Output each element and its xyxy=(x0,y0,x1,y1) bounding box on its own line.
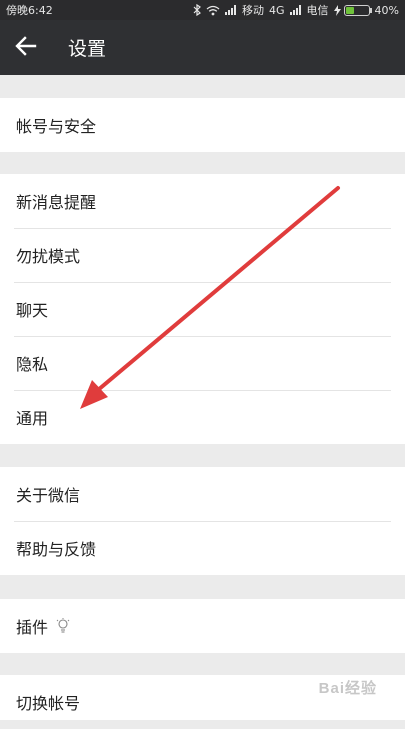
battery-percent: 40% xyxy=(374,3,399,17)
charging-icon xyxy=(333,4,341,16)
settings-item-do-not-disturb[interactable]: 勿扰模式 xyxy=(0,228,405,282)
battery-level-fill xyxy=(345,6,355,14)
lightbulb-icon xyxy=(56,618,70,634)
settings-group-about: 关于微信 帮助与反馈 xyxy=(0,467,405,575)
settings-group-account: 帐号与安全 xyxy=(0,98,405,152)
signal-icon xyxy=(289,5,302,15)
page-title: 设置 xyxy=(68,38,107,60)
network-type: 4G xyxy=(269,3,285,17)
settings-group-plugins: 插件 xyxy=(0,599,405,653)
settings-item-label: 新消息提醒 xyxy=(16,193,97,212)
settings-item-label: 帐号与安全 xyxy=(16,117,97,136)
settings-item-general[interactable]: 通用 xyxy=(0,390,405,444)
settings-item-label: 勿扰模式 xyxy=(16,247,81,266)
settings-item-label: 关于微信 xyxy=(16,486,81,505)
status-time: 傍晚6:42 xyxy=(6,4,53,17)
settings-item-account-security[interactable]: 帐号与安全 xyxy=(0,98,405,152)
battery-icon xyxy=(343,4,370,16)
carrier-2: 电信 xyxy=(306,4,329,17)
settings-item-notifications[interactable]: 新消息提醒 xyxy=(0,174,405,228)
wifi-icon xyxy=(206,5,220,16)
settings-item-label: 插件 xyxy=(16,618,49,637)
signal-icon xyxy=(225,5,237,15)
settings-item-chat[interactable]: 聊天 xyxy=(0,282,405,336)
settings-item-label: 隐私 xyxy=(16,355,49,374)
settings-item-about-wechat[interactable]: 关于微信 xyxy=(0,467,405,521)
battery-indicator: 40% xyxy=(333,3,399,17)
settings-group-main: 新消息提醒 勿扰模式 聊天 隐私 通用 xyxy=(0,174,405,444)
battery-tip xyxy=(369,7,372,13)
settings-item-plugins[interactable]: 插件 xyxy=(0,599,405,653)
carrier-1: 移动 xyxy=(242,4,265,17)
bluetooth-icon xyxy=(193,4,201,16)
settings-item-label: 切换帐号 xyxy=(16,694,81,713)
settings-item-privacy[interactable]: 隐私 xyxy=(0,336,405,390)
arrow-left-icon xyxy=(15,35,37,60)
status-indicators: 移动 4G 电信 40% xyxy=(193,2,399,18)
settings-item-help-feedback[interactable]: 帮助与反馈 xyxy=(0,521,405,575)
title-bar: 设置 xyxy=(0,20,405,75)
status-bar: 傍晚6:42 移动 4G 电信 40% xyxy=(0,0,405,20)
settings-item-label: 聊天 xyxy=(16,301,49,320)
back-button[interactable] xyxy=(0,20,52,75)
baidu-watermark: Bai经验 xyxy=(318,680,377,697)
settings-item-label: 通用 xyxy=(16,409,49,428)
settings-item-label: 帮助与反馈 xyxy=(16,540,97,559)
